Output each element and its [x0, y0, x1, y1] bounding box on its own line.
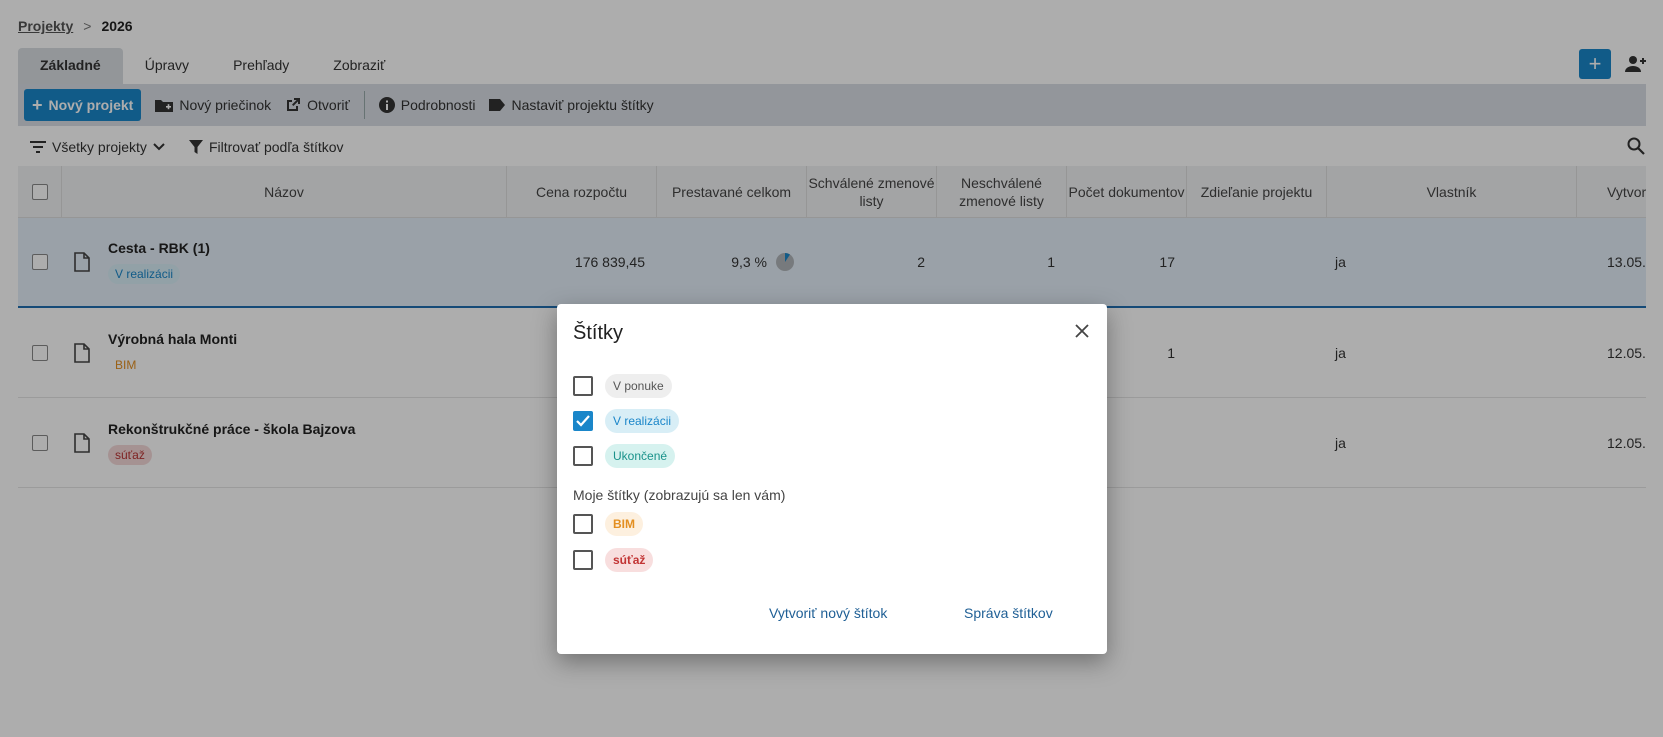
tag-chip: V ponuke — [605, 374, 672, 398]
manage-tags-button[interactable]: Správa štítkov — [964, 605, 1053, 621]
my-tags-label: Moje štítky (zobrazujú sa len vám) — [573, 487, 786, 503]
tag-chip: súťaž — [605, 548, 654, 572]
tag-chip: Ukončené — [605, 444, 676, 468]
tag-checkbox[interactable] — [573, 514, 593, 534]
tag-option-sutaz[interactable]: súťaž — [573, 548, 654, 572]
create-tag-button[interactable]: Vytvoriť nový štítok — [769, 605, 887, 621]
dialog-title: Štítky — [573, 322, 624, 344]
tag-chip: BIM — [605, 512, 643, 536]
checkmark-icon — [576, 415, 590, 427]
tag-checkbox[interactable] — [573, 550, 593, 570]
tag-chip: V realizácii — [605, 409, 680, 433]
tag-checkbox[interactable] — [573, 411, 593, 431]
tag-checkbox[interactable] — [573, 376, 593, 396]
tag-option-ukoncene[interactable]: Ukončené — [573, 444, 676, 468]
close-icon[interactable] — [1075, 324, 1089, 341]
tag-option-v-ponuke[interactable]: V ponuke — [573, 374, 672, 398]
tag-option-v-realizacii[interactable]: V realizácii — [573, 409, 680, 433]
tag-checkbox[interactable] — [573, 446, 593, 466]
tags-dialog: Štítky V ponuke V realizácii Ukončené Mo… — [557, 304, 1107, 654]
tag-option-bim[interactable]: BIM — [573, 512, 643, 536]
